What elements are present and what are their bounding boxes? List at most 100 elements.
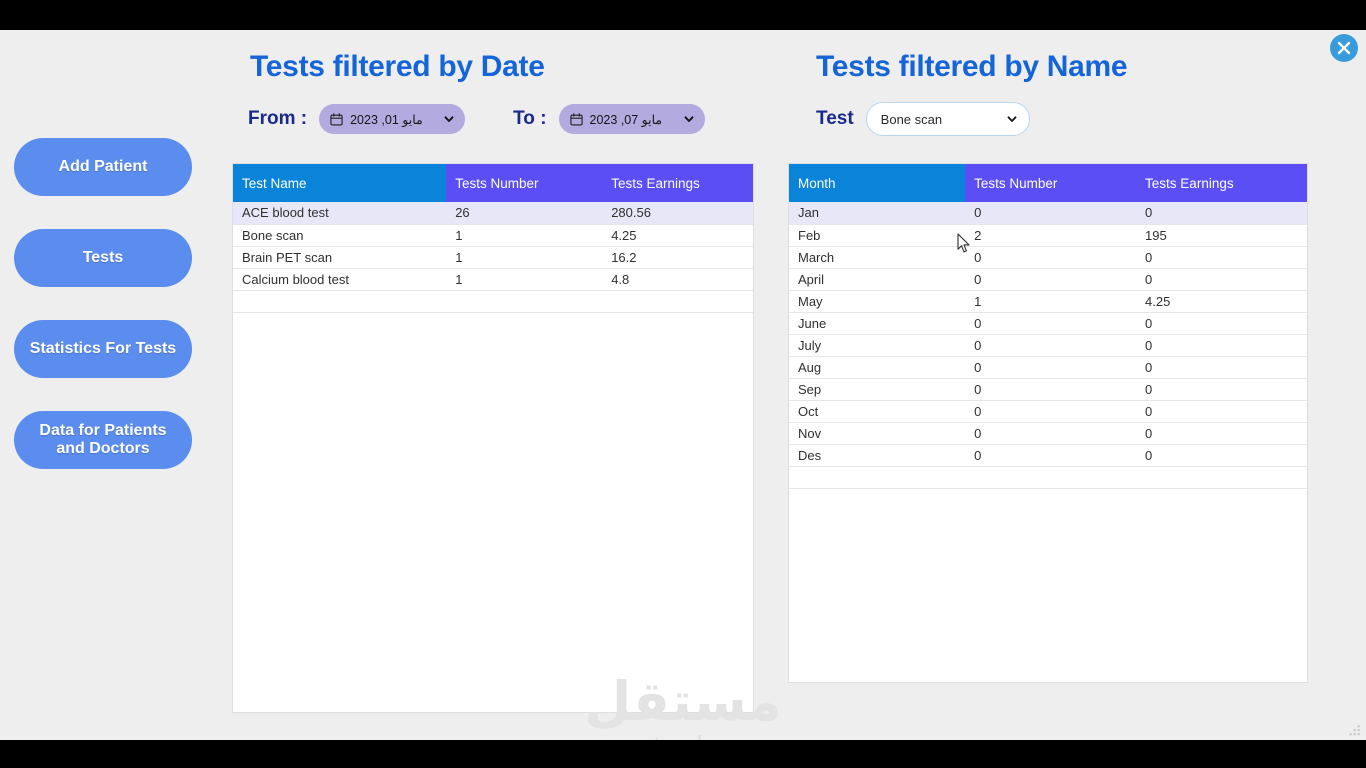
cell-tests-earnings: 4.8 — [602, 268, 753, 291]
cell-empty — [789, 466, 966, 489]
table-header: Test Name Tests Number Tests Earnings — [233, 164, 753, 202]
cell-tests-number: 1 — [965, 290, 1137, 313]
cell-name: Calcium blood test — [233, 268, 447, 291]
table-body: Jan 0 0 Feb 2 195 March 0 0 April 0 0 May 1 4.25 June 0 0… — [789, 202, 1307, 489]
cell-tests-number: 0 — [965, 334, 1137, 357]
cell-tests-number: 1 — [446, 268, 603, 291]
column-header-month[interactable]: Month — [789, 164, 966, 202]
letterbox-bottom-bar — [0, 740, 1366, 768]
date-to-value: مايو 07, 2023 — [589, 112, 663, 127]
cell-empty — [446, 290, 603, 313]
cell-empty — [965, 466, 1137, 489]
cell-name: April — [789, 268, 966, 291]
tests-by-name-table-container[interactable]: Month Tests Number Tests Earnings Jan 0 0 F… — [788, 163, 1308, 683]
cell-tests-number: 0 — [965, 202, 1137, 225]
table-row[interactable]: Des 0 0 — [789, 444, 1307, 467]
sidebar-item-statistics-for-tests[interactable]: Statistics For Tests — [14, 320, 192, 378]
cell-tests-earnings: 0 — [1136, 378, 1307, 401]
cell-tests-earnings: 4.25 — [1136, 290, 1307, 313]
test-select-value: Bone scan — [880, 111, 943, 127]
sidebar-item-add-patient[interactable]: Add Patient — [14, 138, 192, 196]
to-label: To : — [513, 108, 547, 129]
table-header: Month Tests Number Tests Earnings — [789, 164, 1307, 202]
sidebar-item-tests[interactable]: Tests — [14, 229, 192, 287]
table-row[interactable]: Feb 2 195 — [789, 224, 1307, 247]
table-row[interactable]: April 0 0 — [789, 268, 1307, 291]
cell-tests-number: 0 — [965, 378, 1137, 401]
cell-name: Sep — [789, 378, 966, 401]
cell-name: June — [789, 312, 966, 335]
resize-grip[interactable] — [1349, 724, 1362, 737]
column-header-test-name[interactable]: Test Name — [233, 164, 447, 202]
chevron-down-icon — [683, 113, 695, 125]
cell-tests-earnings: 195 — [1136, 224, 1307, 247]
cell-tests-earnings: 0 — [1136, 268, 1307, 291]
table-body: ACE blood test 26 280.56 Bone scan 1 4.25 Brai… — [233, 202, 753, 313]
cell-tests-number: 0 — [965, 356, 1137, 379]
cell-name: Des — [789, 444, 966, 467]
column-header-tests-earnings[interactable]: Tests Earnings — [602, 164, 753, 202]
date-filter-row: From : مايو 01, 2023 To: مايو 07, 2023 — [248, 104, 705, 134]
table-row[interactable]: Nov 0 0 — [789, 422, 1307, 445]
chevron-down-icon — [1006, 113, 1018, 125]
date-to-picker[interactable]: مايو 07, 2023 — [558, 104, 705, 134]
cell-tests-number: 0 — [965, 268, 1137, 291]
cell-name: Oct — [789, 400, 966, 423]
test-select-dropdown[interactable]: Bone scan — [865, 102, 1030, 136]
page-title-right: Tests filtered by Name — [816, 50, 1128, 83]
cell-tests-number: 2 — [965, 224, 1137, 247]
calendar-icon — [569, 112, 583, 126]
cell-tests-number: 26 — [446, 202, 603, 225]
column-header-tests-earnings[interactable]: Tests Earnings — [1136, 164, 1307, 202]
cell-name: July — [789, 334, 966, 357]
cell-tests-earnings: 280.56 — [602, 202, 753, 225]
cell-tests-number: 1 — [446, 224, 603, 247]
cell-name: Brain PET scan — [233, 246, 447, 269]
cell-tests-number: 1 — [446, 246, 603, 269]
cell-name: ACE blood test — [233, 202, 447, 225]
chevron-down-icon — [443, 113, 455, 125]
cell-tests-earnings: 0 — [1136, 334, 1307, 357]
cell-tests-earnings: 4.25 — [602, 224, 753, 247]
table-row[interactable]: Bone scan 1 4.25 — [233, 224, 753, 247]
sidebar-navigation: Add Patient Tests Statistics For Tests D… — [14, 138, 192, 502]
calendar-icon — [330, 112, 343, 126]
date-from-picker[interactable]: مايو 01, 2023 — [319, 104, 466, 134]
cell-tests-number: 0 — [965, 444, 1137, 467]
table-row[interactable]: Aug 0 0 — [789, 356, 1307, 379]
column-header-tests-number[interactable]: Tests Number — [965, 164, 1137, 202]
table-row[interactable]: Oct 0 0 — [789, 400, 1307, 423]
table-row[interactable]: July 0 0 — [789, 334, 1307, 357]
cell-name: Aug — [789, 356, 966, 379]
table-row[interactable]: ACE blood test 26 280.56 — [233, 202, 753, 225]
cell-tests-earnings: 0 — [1136, 202, 1307, 225]
cell-name: Jan — [789, 202, 966, 225]
cell-empty — [602, 290, 753, 313]
cell-name: Nov — [789, 422, 966, 445]
table-empty-row — [789, 466, 1307, 489]
sidebar-item-data-for-patients-and-doctors[interactable]: Data for Patients and Doctors — [14, 411, 192, 469]
application-window: Add Patient Tests Statistics For Tests D… — [0, 30, 1366, 740]
table-row[interactable]: Sep 0 0 — [789, 378, 1307, 401]
table-row[interactable]: Jan 0 0 — [789, 202, 1307, 225]
table-row[interactable]: Calcium blood test 1 4.8 — [233, 268, 753, 291]
cell-name: May — [789, 290, 966, 313]
cell-empty — [233, 290, 447, 313]
cell-tests-earnings: 0 — [1136, 246, 1307, 269]
cell-tests-earnings: 0 — [1136, 422, 1307, 445]
cell-tests-number: 0 — [965, 400, 1137, 423]
test-label: Test — [816, 108, 854, 129]
close-circle-icon[interactable] — [1330, 34, 1358, 62]
from-label: From : — [248, 108, 308, 129]
column-header-tests-number[interactable]: Tests Number — [446, 164, 603, 202]
tests-by-date-table-container[interactable]: Test Name Tests Number Tests Earnings AC… — [232, 163, 754, 713]
tests-by-date-table: Test Name Tests Number Tests Earnings AC… — [233, 164, 753, 313]
letterbox-top-bar — [0, 0, 1366, 30]
table-row[interactable]: March 0 0 — [789, 246, 1307, 269]
table-row[interactable]: May 1 4.25 — [789, 290, 1307, 313]
cell-tests-earnings: 0 — [1136, 444, 1307, 467]
table-row[interactable]: Brain PET scan 1 16.2 — [233, 246, 753, 269]
page-title-left: Tests filtered by Date — [250, 50, 545, 83]
table-empty-row — [233, 290, 753, 313]
table-row[interactable]: June 0 0 — [789, 312, 1307, 335]
